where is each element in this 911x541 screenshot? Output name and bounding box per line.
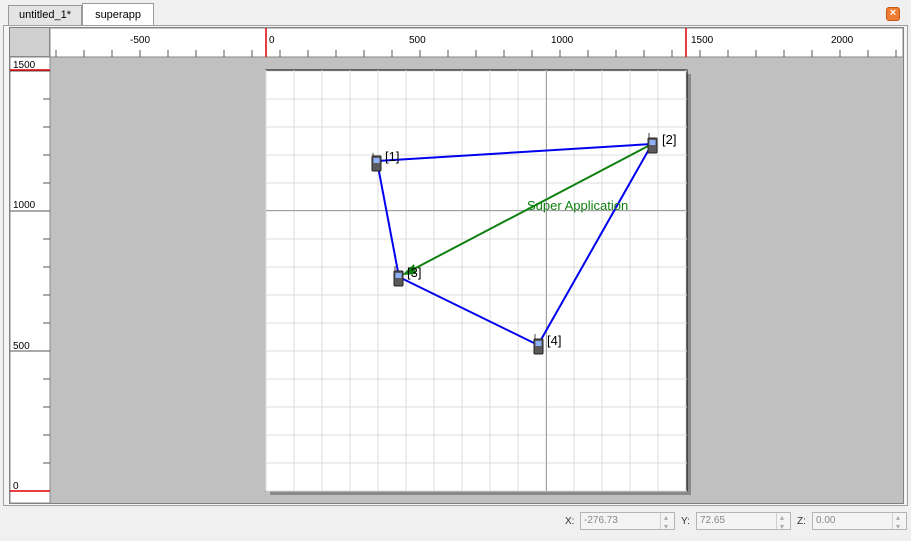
hruler-label-1000: 1000 — [551, 35, 574, 46]
node-2-label: [2] — [662, 132, 676, 147]
vruler-label-1000: 1000 — [13, 200, 36, 211]
vruler-label-500: 500 — [13, 341, 30, 352]
phone-screen — [649, 140, 656, 145]
phone-screen — [373, 158, 380, 163]
hruler-label-500: 500 — [409, 35, 426, 46]
node-1-label: [1] — [385, 149, 399, 164]
phone-screen — [535, 341, 542, 346]
vruler-label-1500: 1500 — [13, 60, 36, 71]
y-spinner[interactable] — [776, 510, 790, 535]
y-label: Y: — [681, 516, 690, 527]
x-label: X: — [565, 516, 575, 527]
y-coordinate-field[interactable]: 72.65 — [696, 510, 791, 535]
scene-svg: -500 0 500 1000 1500 2000 1500 1000 500 … — [9, 27, 904, 504]
vertical-ruler: 1500 1000 500 0 — [9, 56, 51, 504]
x-coordinate-field[interactable]: -276.73 — [580, 510, 675, 535]
hruler-label-neg500: -500 — [130, 35, 150, 46]
x-coordinate-value: -276.73 — [584, 515, 618, 526]
node-4-label: [4] — [547, 333, 561, 348]
z-label: Z: — [797, 516, 806, 527]
y-coordinate-value: 72.65 — [700, 515, 726, 526]
node-3-label: [3] — [407, 265, 421, 280]
hruler-label-2000: 2000 — [831, 35, 854, 46]
z-coordinate-value: 0.00 — [816, 515, 836, 526]
horizontal-ruler: -500 0 500 1000 1500 2000 — [49, 27, 904, 58]
z-coordinate-field[interactable]: 0.00 — [812, 510, 907, 535]
x-spinner[interactable] — [660, 510, 674, 535]
phone-screen — [395, 273, 402, 278]
hruler-label-1500: 1500 — [691, 35, 714, 46]
playground[interactable] — [265, 69, 688, 492]
application-label: Super Application — [527, 198, 628, 213]
vruler-label-0: 0 — [13, 481, 19, 492]
z-spinner[interactable] — [892, 510, 906, 535]
hruler-label-0: 0 — [269, 35, 275, 46]
